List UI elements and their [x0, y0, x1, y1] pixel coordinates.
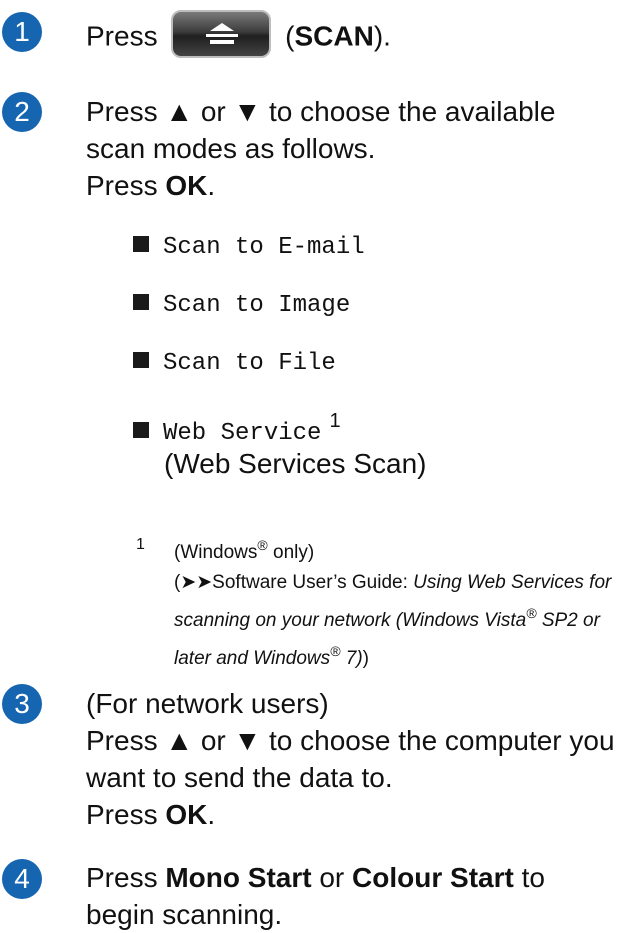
step-2-text: Press ▲ or ▼ to choose the available sca…	[86, 96, 556, 201]
step-number-badge: 3	[2, 684, 42, 724]
step-number-badge: 4	[2, 859, 42, 899]
footnote-ref: 1	[329, 410, 341, 432]
square-bullet-icon	[133, 422, 149, 438]
list-item: Scan to Image	[133, 292, 350, 319]
scan-tray-icon	[206, 23, 239, 44]
step-4-text: Press Mono Start or Colour Start to begi…	[86, 862, 545, 930]
list-item: Scan to E-mail	[133, 234, 365, 261]
square-bullet-icon	[133, 352, 149, 368]
step-3-text: (For network users) Press ▲ or ▼ to choo…	[86, 688, 615, 830]
instruction-page: 1 Press (SCAN). 2 Press ▲ or ▼ to choose…	[0, 0, 631, 930]
step-number-badge: 2	[2, 92, 42, 132]
list-item: Web Service 1 (Web Services Scan)	[133, 410, 426, 479]
scan-button[interactable]	[171, 10, 272, 58]
square-bullet-icon	[133, 236, 149, 252]
arrow-reference-icon: ➤➤	[180, 572, 213, 593]
step-1-text: Press (SCAN).	[86, 10, 626, 62]
footnote-number: 1	[136, 536, 145, 553]
step-number-badge: 1	[2, 12, 42, 52]
list-item: Scan to File	[133, 350, 336, 377]
list-item-subtitle: (Web Services Scan)	[164, 448, 427, 479]
square-bullet-icon	[133, 294, 149, 310]
